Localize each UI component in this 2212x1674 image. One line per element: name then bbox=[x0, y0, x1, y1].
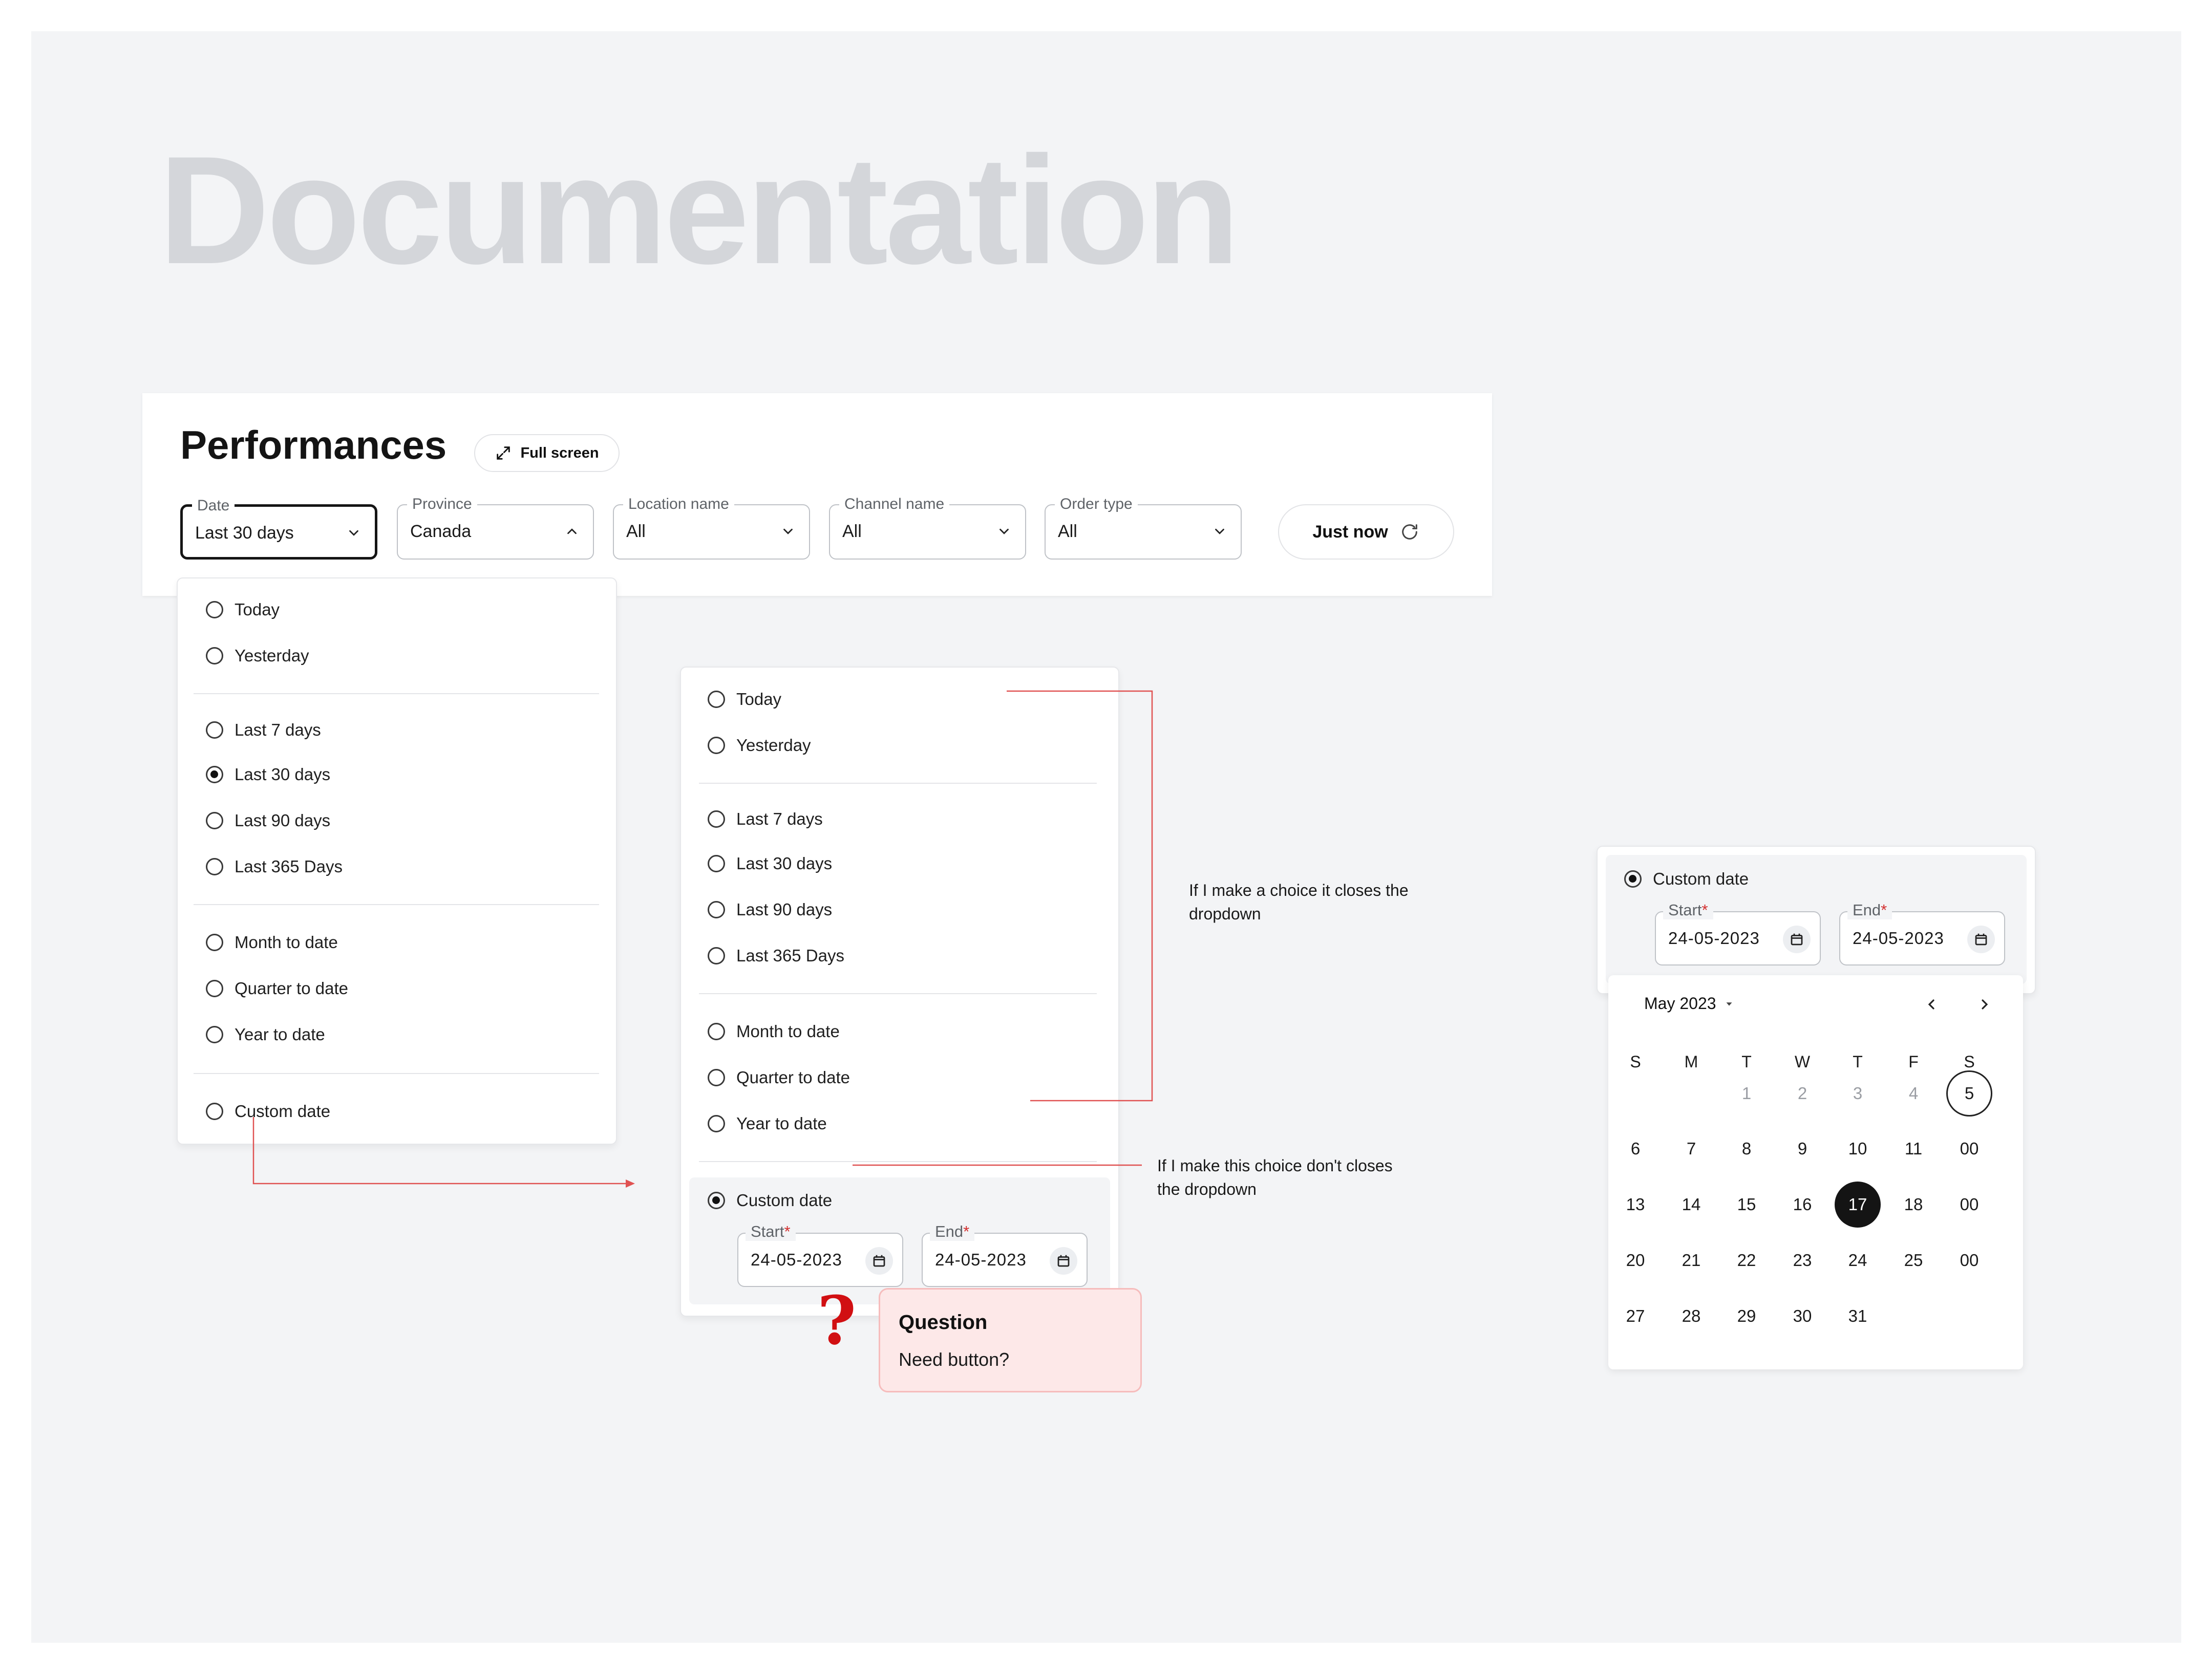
calendar-day[interactable]: 1 bbox=[1724, 1070, 1770, 1117]
calendar-day[interactable]: 00 bbox=[1946, 1126, 1992, 1172]
calendar-day[interactable]: 7 bbox=[1668, 1126, 1714, 1172]
calendar-day-selected[interactable]: 17 bbox=[1835, 1182, 1881, 1228]
note-keeps-dropdown-open: If I make this choice don't closes the d… bbox=[1157, 1156, 1393, 1198]
weekday-label: T bbox=[1853, 1053, 1863, 1071]
calendar-day[interactable]: 15 bbox=[1724, 1182, 1770, 1228]
chevron-left-icon bbox=[1928, 999, 1934, 1010]
end-date-label: End* bbox=[1847, 901, 1892, 919]
calendar-icon[interactable] bbox=[1783, 926, 1811, 953]
start-date-value: 24-05-2023 bbox=[1668, 929, 1760, 948]
calendar-day[interactable]: 00 bbox=[1946, 1182, 1992, 1228]
calendar-day[interactable]: 16 bbox=[1779, 1182, 1825, 1228]
calendar-day[interactable]: 18 bbox=[1890, 1182, 1937, 1228]
note-closes-dropdown: If I make a choice it closes the dropdow… bbox=[1189, 881, 1409, 923]
calendar-day[interactable]: 9 bbox=[1779, 1126, 1825, 1172]
weekday-label: T bbox=[1741, 1053, 1752, 1071]
start-date-label: Start* bbox=[1663, 901, 1713, 919]
calendar-day[interactable]: 10 bbox=[1835, 1126, 1881, 1172]
month-selector[interactable]: May 2023 bbox=[1644, 994, 1735, 1013]
option-custom-date[interactable]: Custom date bbox=[1624, 869, 1749, 889]
end-date-value: 24-05-2023 bbox=[1853, 929, 1944, 948]
caret-down-icon bbox=[1726, 1002, 1732, 1006]
calendar-day[interactable]: 00 bbox=[1946, 1237, 1992, 1283]
previous-month-button[interactable] bbox=[1921, 994, 1942, 1015]
calendar-day[interactable]: 22 bbox=[1724, 1237, 1770, 1283]
weekday-label: M bbox=[1684, 1053, 1698, 1071]
calendar-day[interactable]: 4 bbox=[1890, 1070, 1937, 1117]
annotation-lines bbox=[252, 690, 1153, 1188]
weekday-label: S bbox=[1630, 1053, 1641, 1071]
weekday-label: S bbox=[1964, 1053, 1975, 1071]
question-title: Question bbox=[899, 1311, 988, 1334]
weekday-label: W bbox=[1794, 1053, 1811, 1071]
calendar-day[interactable]: 20 bbox=[1612, 1237, 1658, 1283]
chevron-right-icon bbox=[1982, 999, 1988, 1010]
month-label: May 2023 bbox=[1644, 994, 1716, 1013]
calendar-day[interactable]: 6 bbox=[1612, 1126, 1658, 1172]
calendar-day[interactable]: 21 bbox=[1668, 1237, 1714, 1283]
calendar-day[interactable]: 31 bbox=[1835, 1293, 1881, 1339]
calendar-day[interactable]: 27 bbox=[1612, 1293, 1658, 1339]
end-date-field[interactable]: End* 24-05-2023 bbox=[1839, 901, 2005, 965]
calendar-day[interactable]: 11 bbox=[1890, 1126, 1937, 1172]
calendar-day[interactable]: 23 bbox=[1779, 1237, 1825, 1283]
calendar-day[interactable]: 13 bbox=[1612, 1182, 1658, 1228]
option-label: Custom date bbox=[1653, 869, 1749, 888]
calendar-icon[interactable] bbox=[1967, 926, 1995, 953]
start-date-field[interactable]: Start* 24-05-2023 bbox=[1655, 901, 1821, 965]
calendar-day[interactable]: 3 bbox=[1835, 1070, 1881, 1117]
calendar-day[interactable]: 2 bbox=[1779, 1070, 1825, 1117]
question-body: Need button? bbox=[899, 1349, 1010, 1370]
calendar-day[interactable]: 29 bbox=[1724, 1293, 1770, 1339]
radio-selected-icon bbox=[1624, 870, 1642, 888]
calendar-day[interactable]: 24 bbox=[1835, 1237, 1881, 1283]
calendar-day[interactable]: 28 bbox=[1668, 1293, 1714, 1339]
question-note: Question Need button? bbox=[879, 1288, 1142, 1392]
calendar-day-today[interactable]: 5 bbox=[1946, 1070, 1992, 1117]
calendar-day[interactable]: 25 bbox=[1890, 1237, 1937, 1283]
calendar-day[interactable]: 14 bbox=[1668, 1182, 1714, 1228]
calendar-day[interactable]: 30 bbox=[1779, 1293, 1825, 1339]
question-mark-icon: ? bbox=[817, 1281, 857, 1360]
weekday-label: F bbox=[1908, 1053, 1919, 1071]
next-month-button[interactable] bbox=[1974, 994, 1995, 1015]
calendar-day[interactable]: 8 bbox=[1724, 1126, 1770, 1172]
